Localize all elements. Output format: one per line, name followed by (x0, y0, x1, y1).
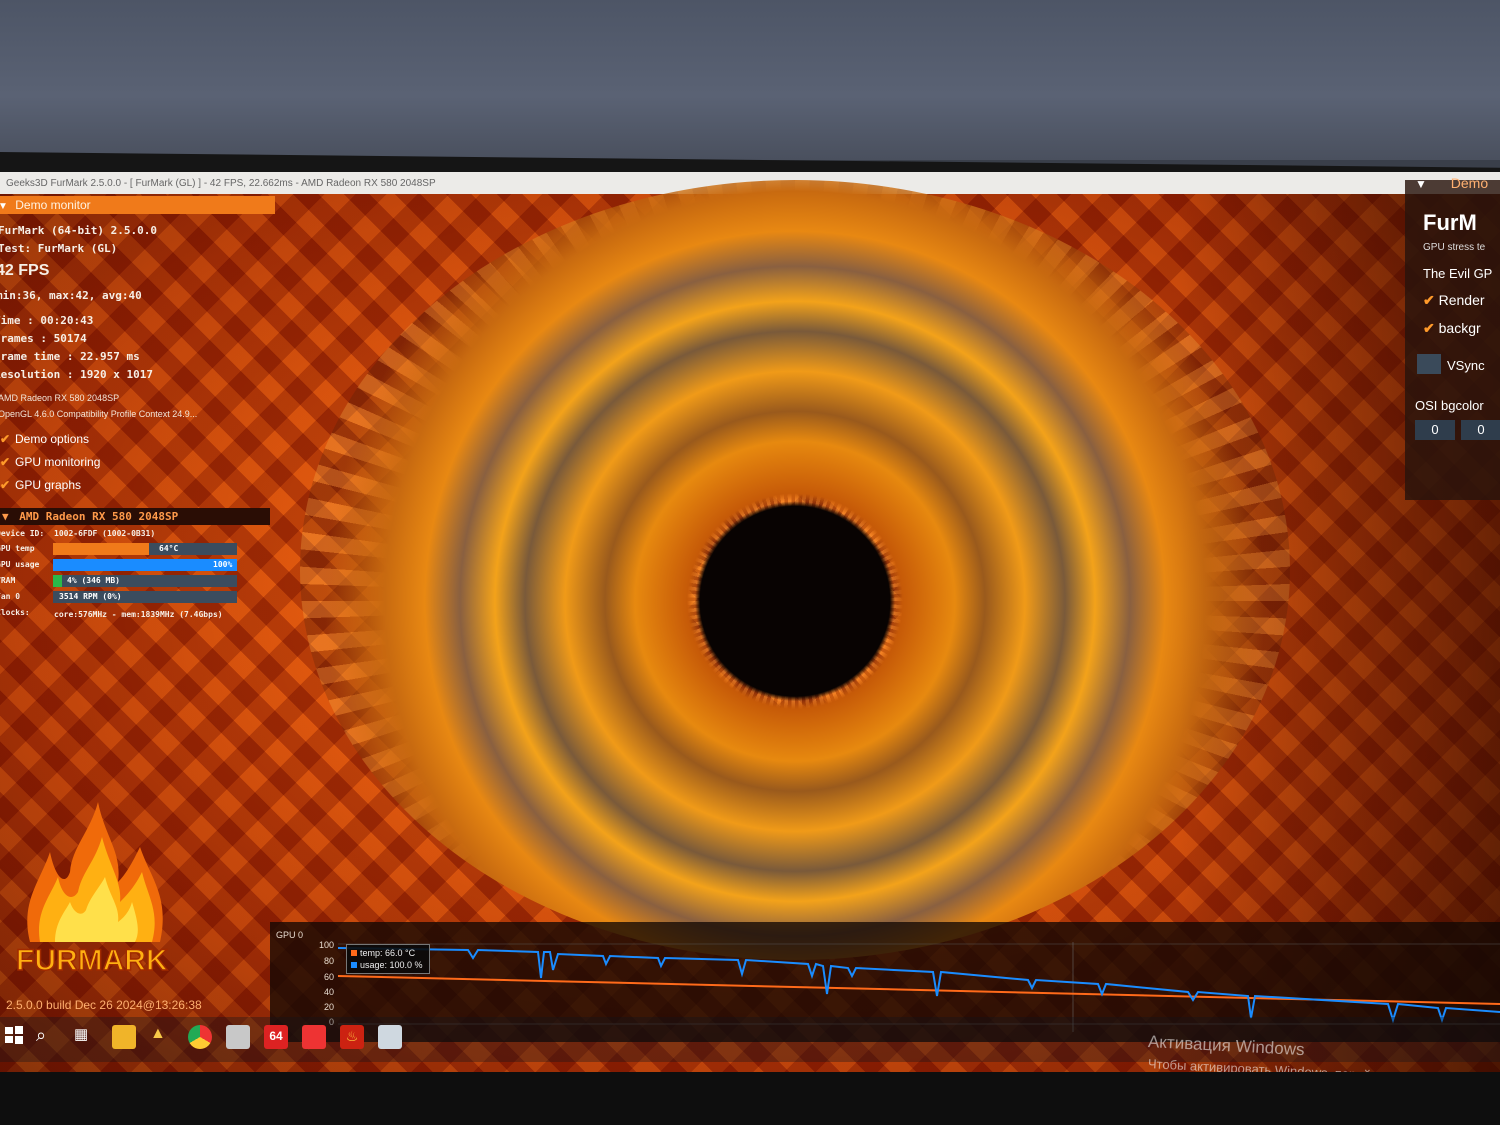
collapse-arrow-icon[interactable]: ▼ (0, 201, 8, 212)
gpu-section-header[interactable]: ▼ AMD Radeon RX 580 2048SP (0, 508, 270, 525)
vsync-label: VSync (1447, 358, 1485, 373)
task-view-icon[interactable]: ▦ (74, 1025, 98, 1049)
window-title: Geeks3D FurMark 2.5.0.0 - [ FurMark (GL)… (6, 178, 436, 189)
checkmark-icon: ✔ (0, 478, 11, 492)
app-version: FurMark (64-bit) 2.5.0.0 (0, 224, 157, 237)
gpu-renderer: AMD Radeon RX 580 2048SP (0, 393, 120, 403)
gpu-section-title: AMD Radeon RX 580 2048SP (19, 510, 179, 523)
vsync-checkbox[interactable] (1417, 354, 1441, 374)
frame-count: Frames : 50174 (0, 332, 87, 345)
demo-panel-right: ▼ Demo FurM GPU stress te The Evil GP ✔ … (1405, 175, 1500, 500)
bgcolor-input-r[interactable]: 0 (1415, 420, 1455, 440)
collapse-arrow-icon[interactable]: ▼ (2, 510, 9, 523)
resolution: Resolution : 1920 x 1017 (0, 368, 153, 381)
gpu-graphs-checkbox[interactable]: ✔ GPU graphs (0, 478, 81, 492)
bgcolor-input-g[interactable]: 0 (1461, 420, 1500, 440)
vram-fill (53, 575, 63, 587)
gpu-temp-fill (53, 543, 149, 555)
fps-stats: min:36, max:42, avg:40 (0, 289, 142, 302)
build-info: 2.5.0.0 build Dec 26 2024@13:26:38 (6, 998, 202, 1012)
checkmark-icon: ✔ (0, 432, 11, 446)
background-checkbox[interactable]: ✔ backgr (1423, 320, 1481, 337)
elapsed-time: Time : 00:20:43 (0, 314, 94, 327)
gpu-temp-text: 64°C (159, 544, 179, 553)
render-checkbox[interactable]: ✔ Render (1423, 292, 1485, 309)
y-tick: 40 (323, 987, 334, 997)
app-icon[interactable]: ▲ (150, 1025, 174, 1049)
graph-title: GPU 0 (276, 930, 304, 940)
usage-line (338, 947, 1500, 1024)
evil-gpu-section: The Evil GP (1423, 266, 1493, 281)
furmark-icon[interactable]: ♨ (340, 1025, 364, 1049)
gpu-monitoring-checkbox[interactable]: ✔ GPU monitoring (0, 455, 100, 469)
y-tick: 100 (318, 940, 334, 950)
vram-label: VRAM (0, 576, 16, 585)
y-tick: 60 (323, 972, 334, 982)
fan-label: Fan 0 (0, 592, 21, 601)
legend-item-temp: temp: 66.0 °C (351, 948, 425, 960)
demo-options-checkbox[interactable]: ✔ Demo options (0, 432, 89, 446)
demo-panel-header[interactable]: ▼ Demo (1415, 175, 1500, 197)
fps-value: 42 FPS (0, 262, 50, 279)
app-icon[interactable] (226, 1025, 250, 1049)
checkmark-icon: ✔ (1423, 292, 1435, 308)
opengl-version: OpenGL 4.6.0 Compatibility Profile Conte… (0, 409, 198, 419)
monitor-bezel-bottom (0, 1072, 1500, 1125)
clocks-label: Clocks: (0, 608, 30, 617)
clocks-value: core:576MHz - mem:1839MHz (7.4Gbps) (54, 610, 223, 619)
device-id-value: 1002-6FDF (1002-0B31) (54, 529, 156, 538)
windows-start-icon[interactable] (4, 1025, 28, 1049)
file-explorer-icon[interactable] (112, 1025, 136, 1049)
gpu-usage-fill (53, 559, 237, 571)
furmark-title: FurM (1423, 210, 1477, 235)
demo-panel-title: Demo (1450, 175, 1489, 191)
frame-time: Frame time : 22.957 ms (0, 350, 140, 363)
checkmark-icon: ✔ (0, 455, 11, 469)
gpu-z-icon[interactable]: 64 (264, 1025, 288, 1049)
gpu-temp-label: GPU temp (0, 544, 35, 553)
fur-donut-render (300, 180, 1290, 960)
legend-item-usage: usage: 100.0 % (351, 960, 425, 972)
demo-monitor-title: Demo monitor (15, 198, 91, 212)
logo-text: FURMARK (16, 944, 168, 977)
monitor-screen: Geeks3D FurMark 2.5.0.0 - [ FurMark (GL)… (0, 172, 1500, 1072)
vram-bar: 4% (346 MB) (53, 575, 237, 587)
fan-text: 3514 RPM (0%) (59, 592, 122, 601)
vram-text: 4% (346 MB) (67, 576, 120, 585)
device-id-label: Device ID: (0, 529, 45, 538)
y-tick: 80 (323, 956, 334, 966)
gpu-temp-bar: 64°C (53, 543, 237, 555)
furmark-logo: FURMARK (15, 802, 169, 978)
demo-monitor-header[interactable]: ▼ Demo monitor (0, 196, 275, 214)
search-icon[interactable]: ⌕ (36, 1025, 60, 1049)
chrome-icon[interactable] (188, 1025, 212, 1049)
app-icon[interactable] (302, 1025, 326, 1049)
collapse-arrow-icon[interactable]: ▼ (1415, 177, 1427, 191)
gpu-usage-text: 100% (213, 560, 233, 569)
background-wall (0, 0, 1500, 160)
y-tick: 20 (323, 1002, 334, 1012)
furmark-subtitle: GPU stress te (1423, 242, 1486, 253)
checkmark-icon: ✔ (1423, 320, 1435, 336)
fan-bar: 3514 RPM (0%) (53, 591, 237, 603)
test-name: Test: FurMark (GL) (0, 242, 118, 255)
bgcolor-label: OSI bgcolor (1415, 398, 1484, 413)
app-icon[interactable] (378, 1025, 402, 1049)
gpu-usage-bar: 100% (53, 559, 237, 571)
gpu-usage-label: GPU usage (0, 560, 40, 569)
graph-legend: temp: 66.0 °C usage: 100.0 % (346, 944, 430, 974)
